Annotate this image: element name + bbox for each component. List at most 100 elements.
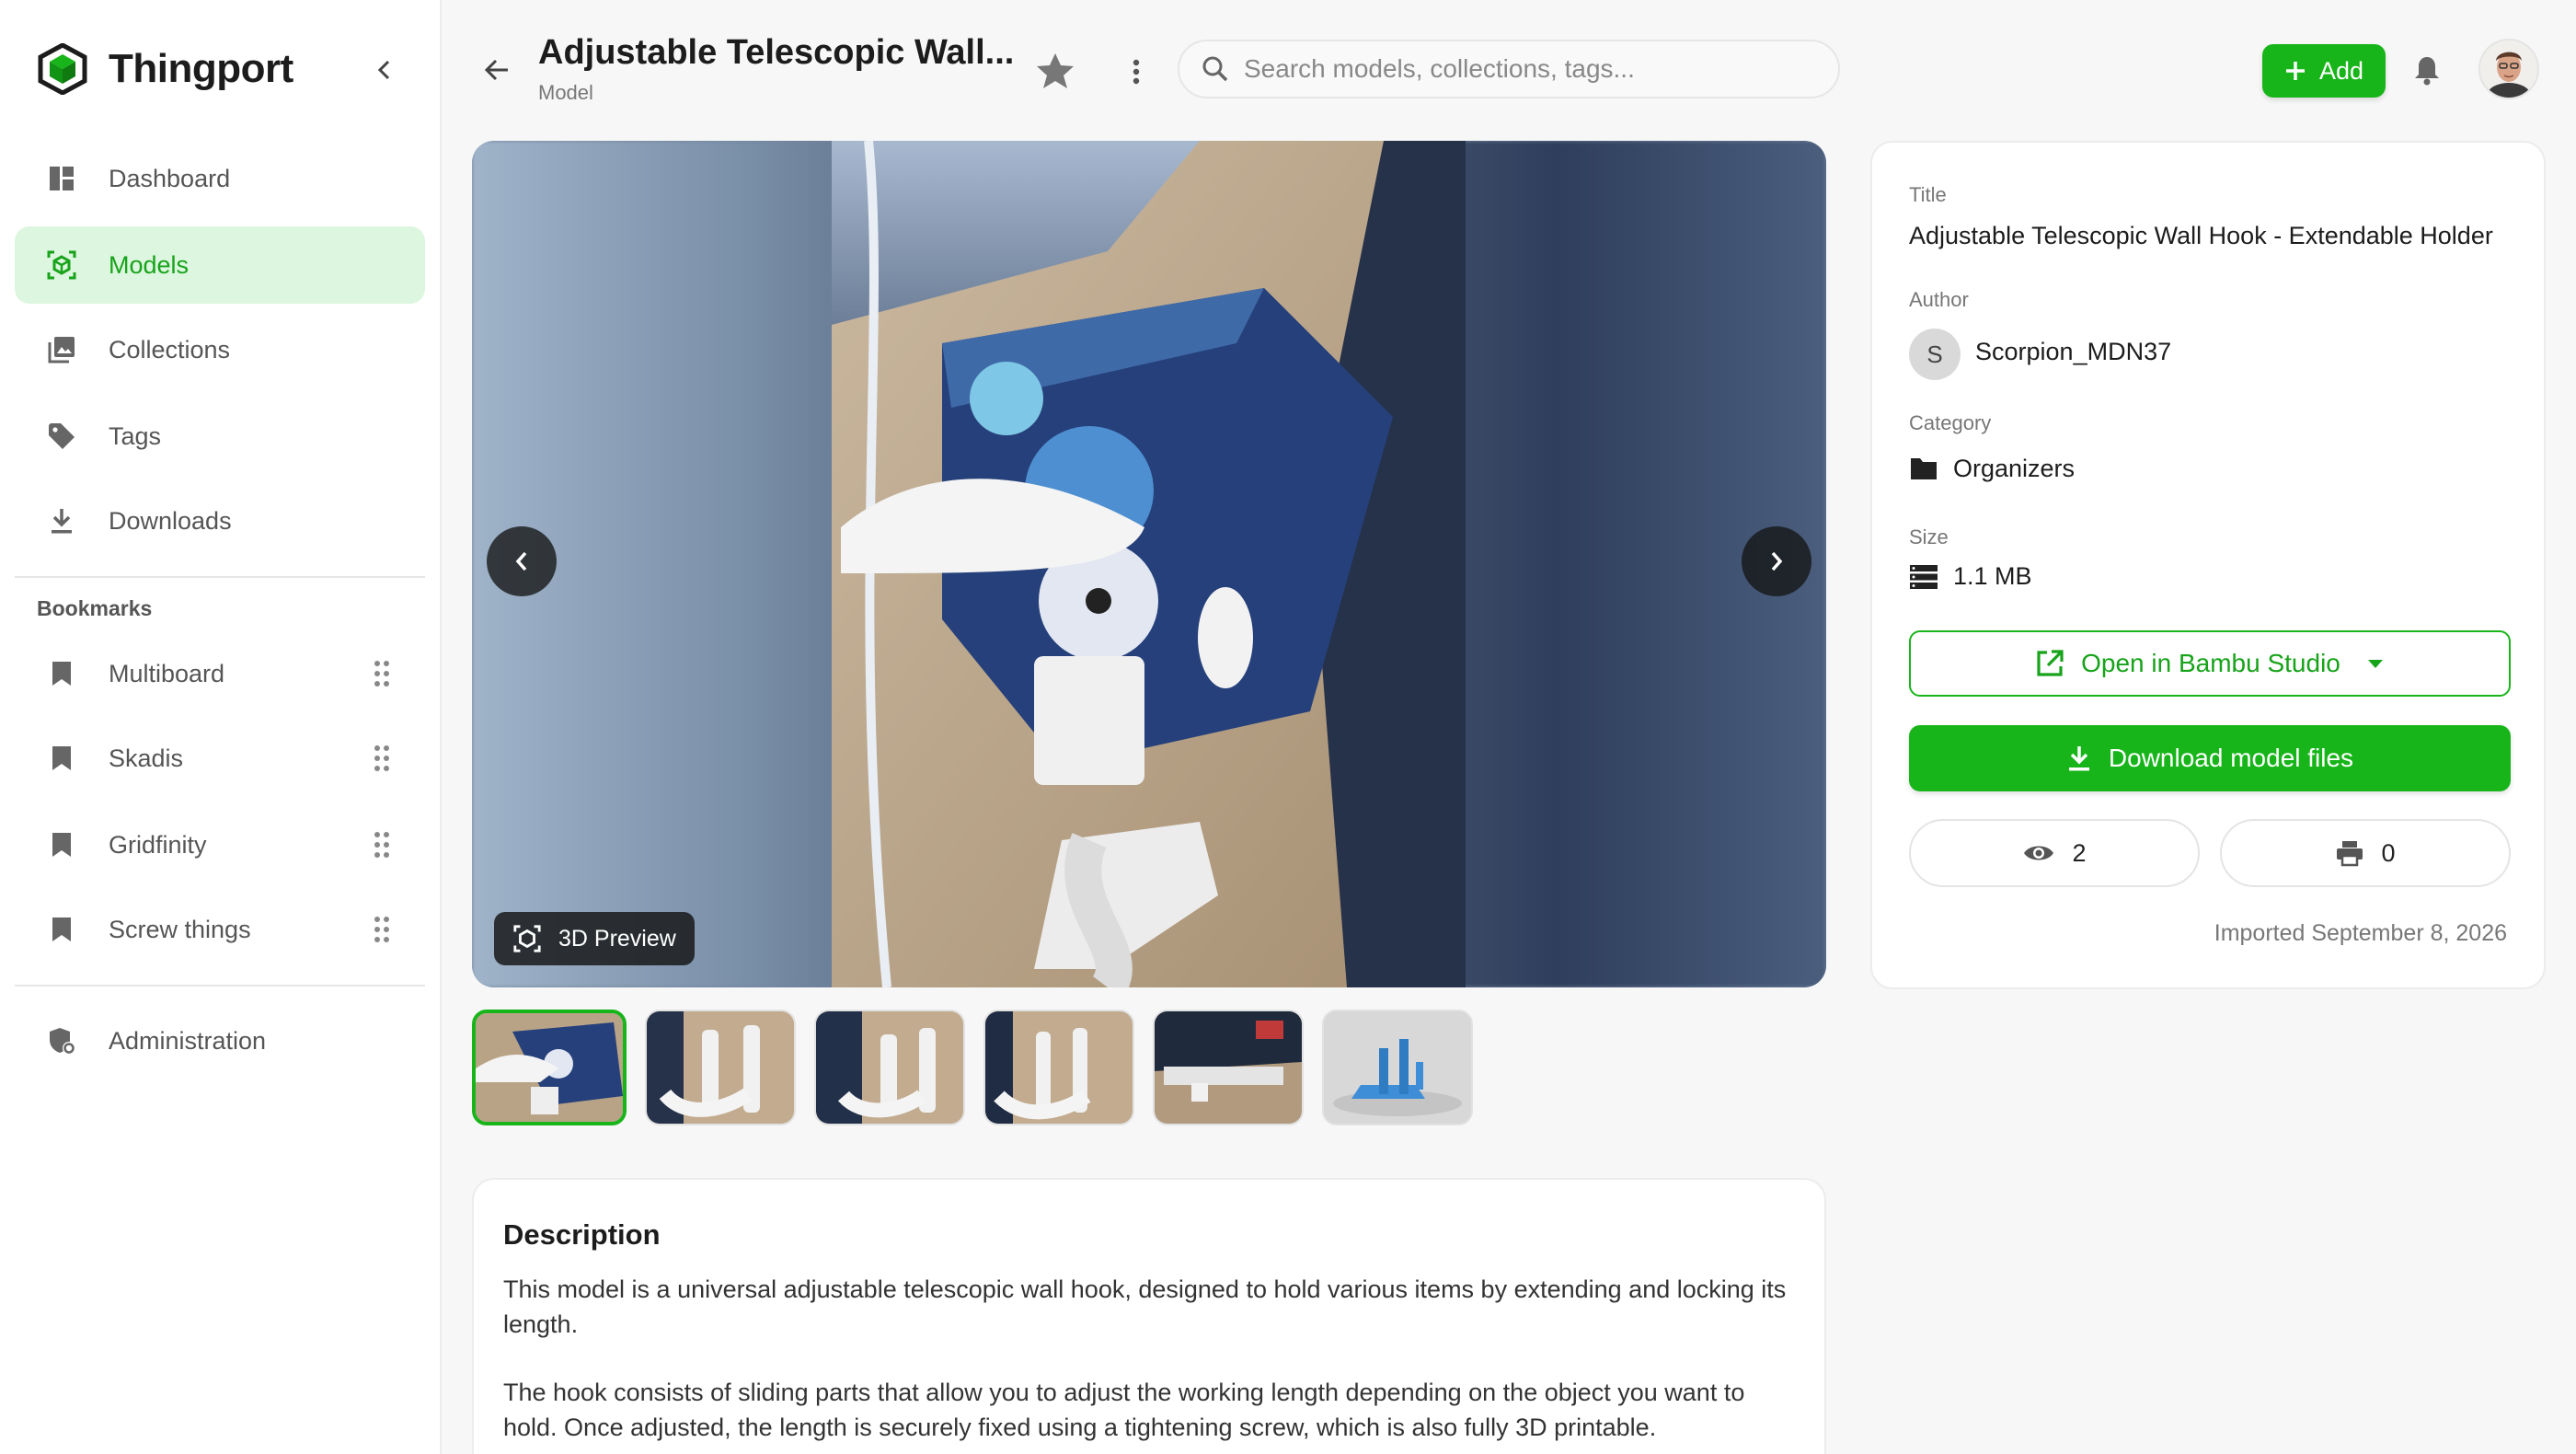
imported-date: Imported September 8, 2026: [2214, 920, 2507, 946]
drag-handle-icon[interactable]: [374, 660, 390, 687]
thumbnail-image: [476, 1013, 623, 1122]
prints-count: 0: [2381, 838, 2396, 867]
notifications-button[interactable]: [2409, 52, 2445, 88]
title-label: Title: [1909, 183, 1947, 206]
more-vertical-icon: [1133, 59, 1140, 85]
sidebar-item-administration[interactable]: Administration: [15, 1002, 425, 1079]
add-button[interactable]: Add: [2262, 44, 2386, 98]
sidebar-divider: [15, 576, 425, 578]
download-model-files-label: Download model files: [2108, 744, 2354, 772]
sidebar-divider: [15, 985, 425, 987]
chevron-left-icon: [377, 60, 390, 80]
gallery-next-button[interactable]: [1742, 526, 1811, 596]
collections-icon: [46, 334, 77, 365]
bookmark-item-skadis[interactable]: Skadis: [15, 720, 425, 797]
bookmark-item-gridfinity[interactable]: Gridfinity: [15, 806, 425, 883]
download-icon: [46, 505, 77, 537]
sidebar-item-label: Administration: [109, 1026, 267, 1055]
page-subtitle: Model: [538, 81, 593, 104]
gallery-main-image[interactable]: [832, 141, 1466, 987]
bookmark-icon: [46, 743, 77, 774]
size-label: Size: [1909, 525, 1949, 548]
sidebar-item-label: Dashboard: [109, 164, 231, 192]
top-header: Adjustable Telescopic Wall... Model Add: [442, 0, 2576, 129]
sidebar-item-label: Tags: [109, 421, 162, 450]
author-label: Author: [1909, 288, 1969, 311]
drag-handle-icon[interactable]: [374, 916, 390, 943]
bookmarks-heading: Bookmarks: [37, 596, 153, 620]
favorite-button[interactable]: [1032, 48, 1078, 94]
app-root: Thingport Dashboard Models Collections T…: [0, 0, 2576, 1454]
description-paragraph: The hook consists of sliding parts that …: [503, 1379, 1745, 1441]
thumbnail-image: [647, 1011, 794, 1124]
prints-counter[interactable]: 0: [2220, 819, 2511, 887]
back-button[interactable]: [477, 50, 517, 90]
thumbnail-image: [1155, 1011, 1302, 1124]
search-input[interactable]: [1244, 54, 1796, 84]
brand-name: Thingport: [109, 46, 293, 91]
sidebar-item-tags[interactable]: Tags: [15, 398, 425, 475]
gallery-prev-button[interactable]: [487, 526, 557, 596]
tag-icon: [46, 421, 77, 452]
user-avatar[interactable]: [2478, 39, 2539, 99]
author-name[interactable]: Scorpion_MDN37: [1975, 338, 2171, 366]
collapse-sidebar-button[interactable]: [366, 52, 403, 88]
sidebar: Thingport Dashboard Models Collections T…: [0, 0, 442, 1454]
sidebar-item-label: Collections: [109, 335, 231, 364]
3d-cube-icon: [513, 925, 541, 952]
thumbnail-4[interactable]: [983, 1010, 1134, 1125]
sidebar-item-label: Models: [109, 250, 190, 279]
chevron-right-icon: [1771, 551, 1783, 571]
arrow-left-icon: [484, 59, 508, 81]
download-model-files-button[interactable]: Download model files: [1909, 725, 2511, 791]
thumbnail-2[interactable]: [645, 1010, 796, 1125]
category-value[interactable]: Organizers: [1953, 455, 2075, 483]
sidebar-item-collections[interactable]: Collections: [15, 311, 425, 388]
thumbnail-3[interactable]: [814, 1010, 965, 1125]
storage-icon: [1910, 565, 1938, 589]
sidebar-item-label: Downloads: [109, 506, 232, 535]
bookmark-item-multiboard[interactable]: Multiboard: [15, 635, 425, 712]
bookmark-label: Skadis: [109, 744, 184, 772]
sidebar-item-downloads[interactable]: Downloads: [15, 482, 425, 560]
drag-handle-icon[interactable]: [374, 744, 390, 772]
thumbnail-image: [816, 1011, 963, 1124]
author-avatar[interactable]: S: [1909, 329, 1961, 380]
search-bar[interactable]: [1178, 40, 1840, 98]
star-icon: [1037, 53, 1074, 88]
brand[interactable]: Thingport: [37, 37, 293, 101]
sidebar-item-dashboard[interactable]: Dashboard: [15, 140, 425, 217]
views-counter[interactable]: 2: [1909, 819, 2200, 887]
size-value: 1.1 MB: [1953, 562, 2032, 590]
bookmark-icon: [46, 829, 77, 860]
views-count: 2: [2072, 838, 2087, 867]
page-title: Adjustable Telescopic Wall...: [538, 33, 1015, 72]
description-card: Description This model is a universal ad…: [472, 1178, 1826, 1454]
open-in-slicer-button[interactable]: Open in Bambu Studio: [1909, 630, 2511, 697]
drag-handle-icon[interactable]: [374, 831, 390, 859]
models-icon: [46, 249, 77, 281]
thumbnail-5[interactable]: [1153, 1010, 1304, 1125]
bookmark-label: Screw things: [109, 915, 251, 943]
thingport-logo-icon: [38, 43, 87, 95]
folder-icon: [1911, 458, 1937, 479]
product-photo-icon: [832, 141, 1466, 987]
title-value: Adjustable Telescopic Wall Hook - Extend…: [1909, 222, 2493, 249]
bookmark-label: Gridfinity: [109, 830, 207, 859]
caret-down-icon[interactable]: [2366, 658, 2385, 669]
sidebar-item-models[interactable]: Models: [15, 226, 425, 304]
bookmark-item-screw-things[interactable]: Screw things: [15, 891, 425, 968]
more-options-button[interactable]: [1118, 52, 1155, 92]
thumbnail-strip: [472, 1010, 1473, 1125]
model-details-card: Title Adjustable Telescopic Wall Hook - …: [1870, 141, 2546, 989]
thumbnail-6[interactable]: [1322, 1010, 1473, 1125]
thumbnail-image: [985, 1011, 1133, 1124]
description-paragraph: This model is a universal adjustable tel…: [503, 1275, 1787, 1338]
3d-preview-button[interactable]: 3D Preview: [494, 912, 695, 965]
plus-icon: [2285, 62, 2305, 80]
eye-icon: [2024, 846, 2054, 860]
category-label: Category: [1909, 411, 1992, 434]
open-in-slicer-label: Open in Bambu Studio: [2081, 649, 2340, 677]
dashboard-icon: [46, 163, 77, 194]
thumbnail-1[interactable]: [472, 1010, 627, 1125]
